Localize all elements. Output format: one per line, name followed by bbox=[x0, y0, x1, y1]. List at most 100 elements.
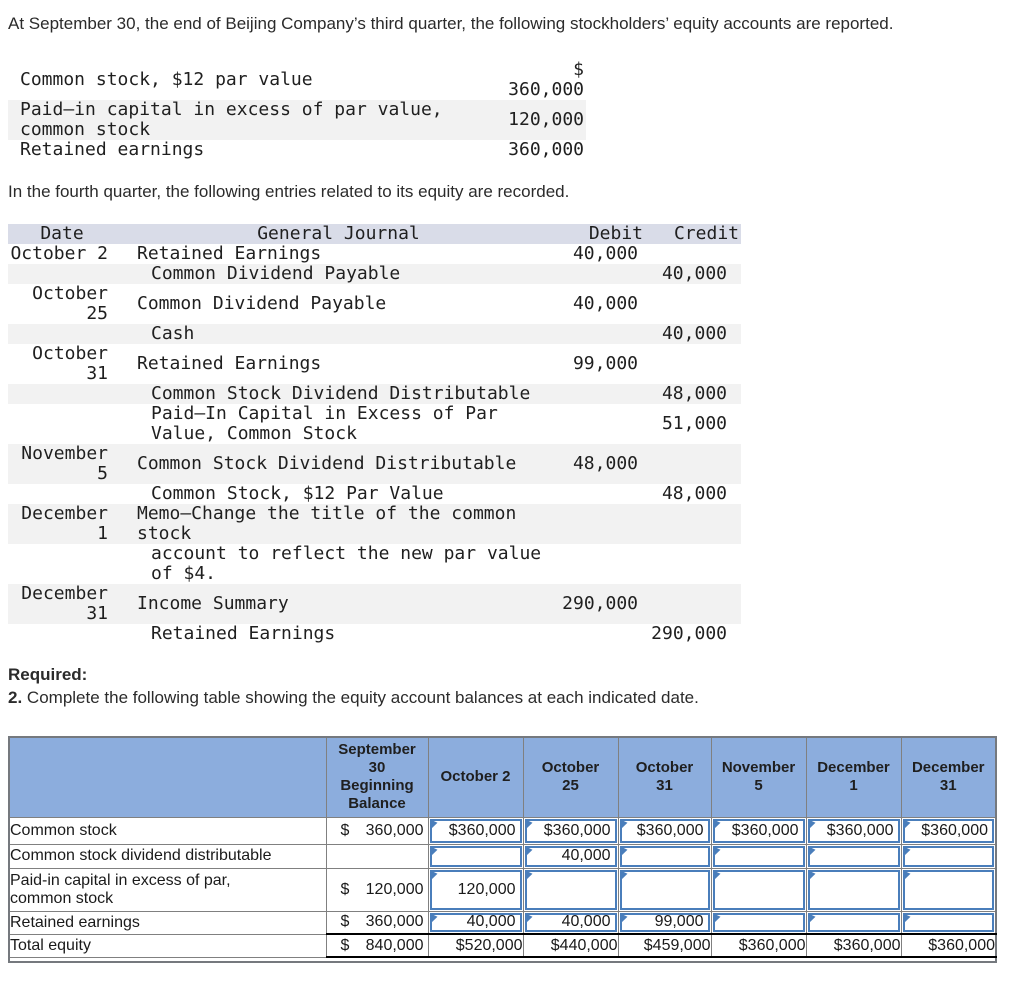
beginning-balance-cell: $120,000 bbox=[325, 867, 429, 912]
answer-flag-icon bbox=[713, 870, 721, 881]
answer-cell[interactable] bbox=[712, 869, 805, 910]
answer-cell[interactable] bbox=[712, 845, 805, 867]
intro-paragraph: At September 30, the end of Beijing Comp… bbox=[8, 14, 894, 33]
journal-credit-cell bbox=[647, 444, 741, 484]
journal-account-cell: account to reflect the new par value of … bbox=[151, 543, 542, 584]
balance-cell: 40,000 bbox=[522, 910, 619, 935]
answer-cell[interactable] bbox=[619, 845, 710, 867]
answer-value: $360,000 bbox=[731, 821, 799, 839]
balance-cell: $360,000 bbox=[710, 816, 807, 845]
answer-flag-icon bbox=[620, 846, 628, 857]
answer-cell[interactable]: $360,000 bbox=[807, 818, 900, 843]
journal-row: Common Stock, $12 Par Value 48,000 bbox=[8, 484, 741, 504]
total-value-cell: $520,000 bbox=[427, 933, 524, 958]
journal-debit-cell: 40,000 bbox=[572, 243, 638, 264]
equity-account-label: Common stock, $12 par value bbox=[20, 69, 313, 90]
journal-date-cell bbox=[8, 264, 116, 284]
balance-cell bbox=[710, 843, 807, 869]
journal-row: account to reflect the new par value of … bbox=[8, 544, 741, 584]
balance-column-header: October 31 bbox=[617, 736, 712, 818]
answer-cell[interactable] bbox=[902, 845, 994, 867]
answer-value: $360,000 bbox=[921, 821, 988, 839]
journal-account-cell: Common Stock, $12 Par Value bbox=[151, 483, 444, 504]
total-value-cell: $440,000 bbox=[522, 933, 619, 958]
answer-flag-icon bbox=[903, 870, 911, 881]
answer-cell[interactable]: $360,000 bbox=[429, 818, 522, 843]
answer-cell[interactable]: $360,000 bbox=[712, 818, 805, 843]
answer-flag-icon bbox=[713, 846, 721, 857]
balance-cell bbox=[522, 867, 619, 912]
balance-cell bbox=[617, 843, 712, 869]
journal-credit-cell bbox=[647, 584, 741, 624]
answer-flag-icon bbox=[525, 819, 533, 830]
answer-cell[interactable] bbox=[619, 869, 710, 910]
balance-row-label: Total equity bbox=[8, 933, 327, 958]
fourth-quarter-paragraph: In the fourth quarter, the following ent… bbox=[8, 182, 570, 201]
journal-debit-cell bbox=[561, 484, 647, 504]
answer-flag-icon bbox=[903, 846, 911, 857]
answer-flag-icon bbox=[808, 819, 816, 830]
required-heading: Required: bbox=[8, 665, 88, 684]
answer-cell[interactable] bbox=[807, 845, 900, 867]
journal-date-cell: December 1 bbox=[21, 503, 108, 544]
journal-row: October 2 Retained Earnings 40,000 bbox=[8, 244, 741, 264]
total-value-cell: $360,000 bbox=[900, 933, 997, 958]
journal-date-cell bbox=[8, 484, 116, 504]
journal-credit-cell: 40,000 bbox=[661, 263, 727, 284]
answer-cell[interactable] bbox=[807, 912, 900, 932]
beginning-balance-cell bbox=[325, 843, 429, 869]
answer-cell[interactable]: $360,000 bbox=[524, 818, 617, 843]
balance-row-label: Paid-in capital in excess of par, common… bbox=[8, 867, 327, 912]
journal-row: Common Dividend Payable 40,000 bbox=[8, 264, 741, 284]
answer-cell[interactable]: 120,000 bbox=[429, 869, 522, 910]
answer-cell[interactable]: 99,000 bbox=[619, 912, 710, 932]
answer-flag-icon bbox=[430, 870, 438, 881]
answer-cell[interactable] bbox=[902, 912, 994, 932]
beginning-amount: 360,000 bbox=[365, 913, 424, 931]
answer-cell[interactable]: 40,000 bbox=[429, 912, 522, 932]
equity-account-row: Common stock, $12 par value $ 360,000 bbox=[8, 60, 586, 100]
journal-account-cell: Common Dividend Payable bbox=[151, 263, 401, 284]
balance-header-corner bbox=[8, 736, 327, 818]
journal-debit-cell: 290,000 bbox=[562, 593, 638, 614]
answer-flag-icon bbox=[808, 846, 816, 857]
answer-cell[interactable] bbox=[524, 869, 617, 910]
answer-cell[interactable]: $360,000 bbox=[619, 818, 710, 843]
answer-cell[interactable]: 40,000 bbox=[524, 912, 617, 932]
answer-cell[interactable] bbox=[429, 845, 522, 867]
balance-cell bbox=[805, 867, 902, 912]
balance-cell bbox=[805, 910, 902, 935]
answer-cell[interactable] bbox=[712, 912, 805, 932]
equity-account-row: Paid–in capital in excess of par value, … bbox=[8, 100, 586, 140]
journal-account-cell: Paid–In Capital in Excess of Par Value, … bbox=[151, 403, 498, 444]
journal-credit-cell: 51,000 bbox=[661, 413, 727, 434]
beginning-balance-cell: $840,000 bbox=[325, 933, 429, 958]
journal-credit-cell bbox=[647, 244, 741, 264]
balance-row-label: Retained earnings bbox=[8, 910, 327, 935]
answer-cell[interactable] bbox=[807, 869, 900, 910]
dollar-sign: $ bbox=[340, 821, 350, 839]
journal-debit-cell bbox=[561, 624, 647, 644]
dollar-sign: $ bbox=[340, 913, 350, 931]
table-bottom-spacer bbox=[9, 957, 996, 962]
answer-cell[interactable]: $360,000 bbox=[902, 818, 994, 843]
requirement-2-text: Complete the following table showing the… bbox=[26, 688, 699, 707]
answer-cell[interactable] bbox=[902, 869, 994, 910]
problem-page: At September 30, the end of Beijing Comp… bbox=[0, 0, 1022, 993]
journal-credit-cell: 290,000 bbox=[651, 623, 727, 644]
answer-value: $360,000 bbox=[448, 821, 516, 839]
journal-account-cell: Cash bbox=[151, 323, 195, 344]
answer-flag-icon bbox=[903, 819, 911, 830]
balance-cell: 40,000 bbox=[427, 910, 524, 935]
journal-header-row: Date General Journal Debit Credit bbox=[8, 224, 741, 244]
answer-flag-icon bbox=[713, 819, 721, 830]
answer-cell[interactable]: 40,000 bbox=[524, 845, 617, 867]
balance-column-header: December 31 bbox=[900, 736, 997, 818]
journal-date-cell: October 31 bbox=[32, 343, 108, 384]
answer-flag-icon bbox=[713, 913, 721, 924]
journal-debit-cell: 99,000 bbox=[572, 353, 638, 374]
journal-debit-cell bbox=[561, 384, 647, 404]
answer-value: $360,000 bbox=[543, 821, 611, 839]
balance-column-header: September 30 Beginning Balance bbox=[325, 736, 429, 818]
balance-column-header: November 5 bbox=[710, 736, 807, 818]
